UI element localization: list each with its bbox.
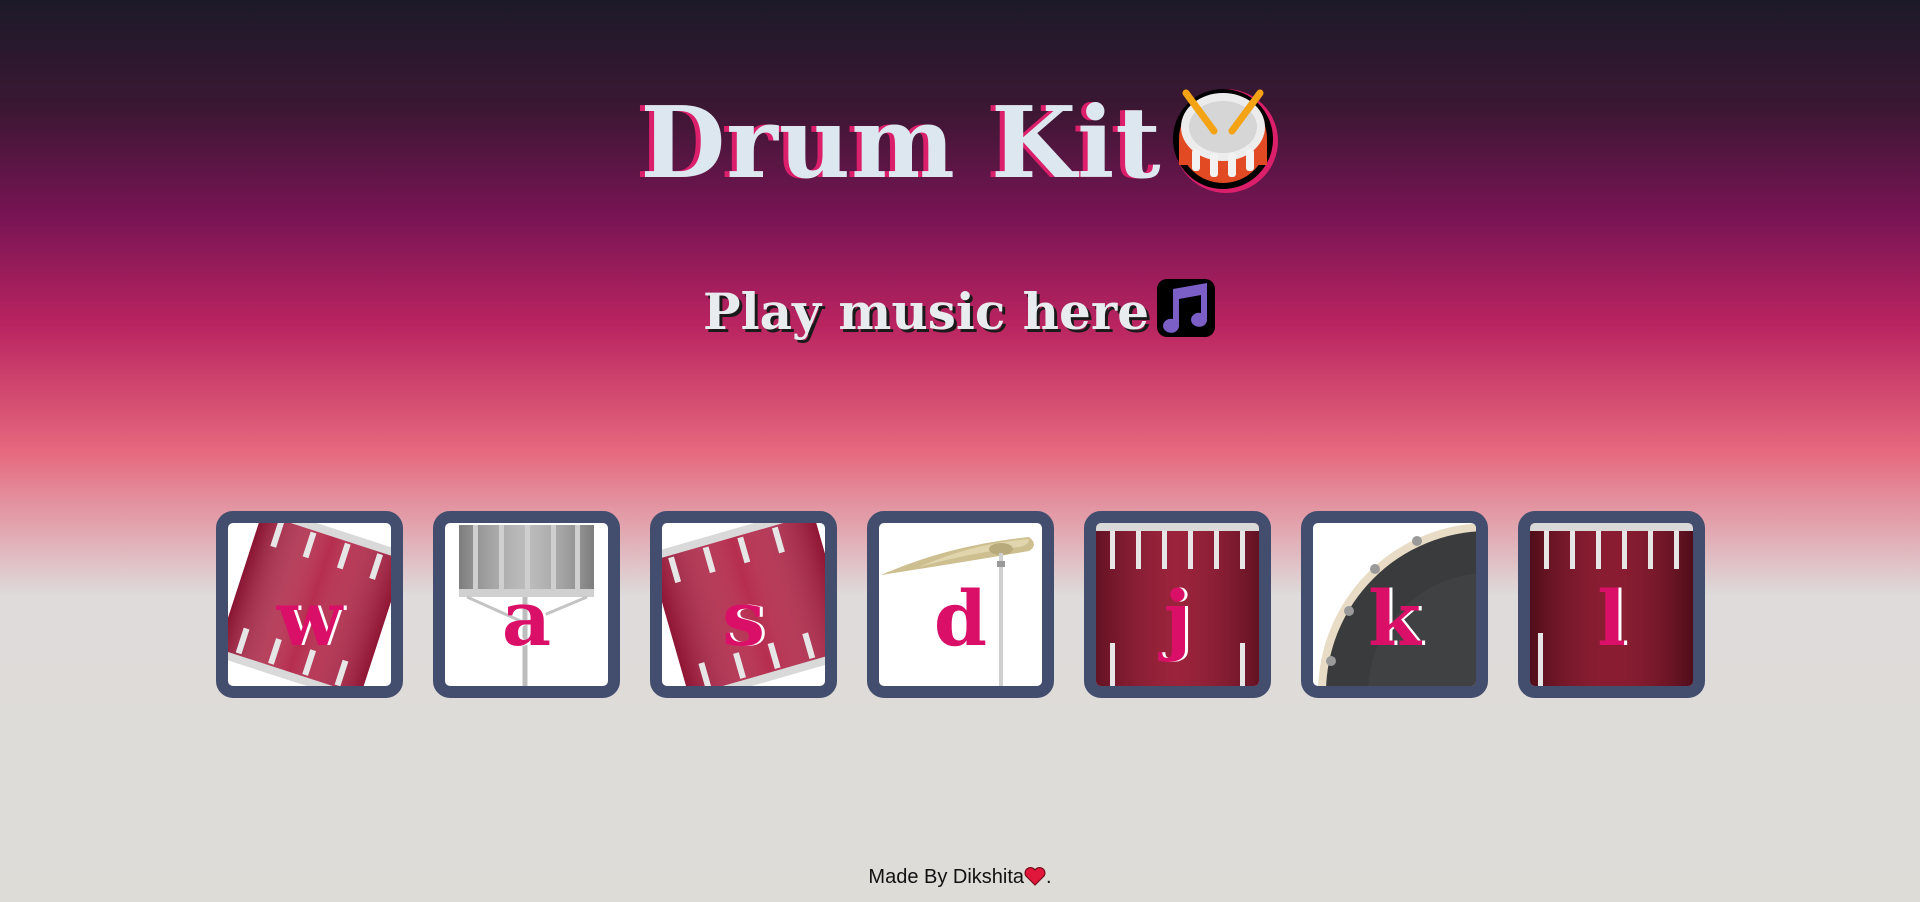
drum-key-label: a [501,574,552,663]
drum-button-s[interactable]: s [650,511,837,698]
heart-icon [1024,867,1046,886]
drum-button-a[interactable]: a [433,511,620,698]
drum-icon [1172,88,1278,193]
drum-button-d[interactable]: d [867,511,1054,698]
drum-key-label: w [276,574,343,663]
drum-key-label: l [1597,574,1626,663]
musical-notes-icon [1157,278,1216,337]
drum-button-j[interactable]: j [1084,511,1271,698]
drum-key-label: s [722,574,765,663]
subtitle-text: Play music here [702,282,1150,341]
title-text: Drum Kit [640,86,1162,201]
drum-key-label: d [933,574,988,663]
footer-suffix: . [1046,866,1052,888]
footer-text: Made By Dikshita [868,866,1025,888]
drum-row: w a s d j k l [216,511,1705,698]
drum-button-k[interactable]: k [1301,511,1488,698]
drum-button-l[interactable]: l [1518,511,1705,698]
footer: Made By Dikshita . [0,866,1920,889]
page-title: Drum Kit [0,86,1920,201]
page-subtitle: Play music here [0,278,1920,341]
drum-button-w[interactable]: w [216,511,403,698]
drum-key-label: j [1163,574,1192,663]
drum-key-label: k [1368,574,1421,663]
